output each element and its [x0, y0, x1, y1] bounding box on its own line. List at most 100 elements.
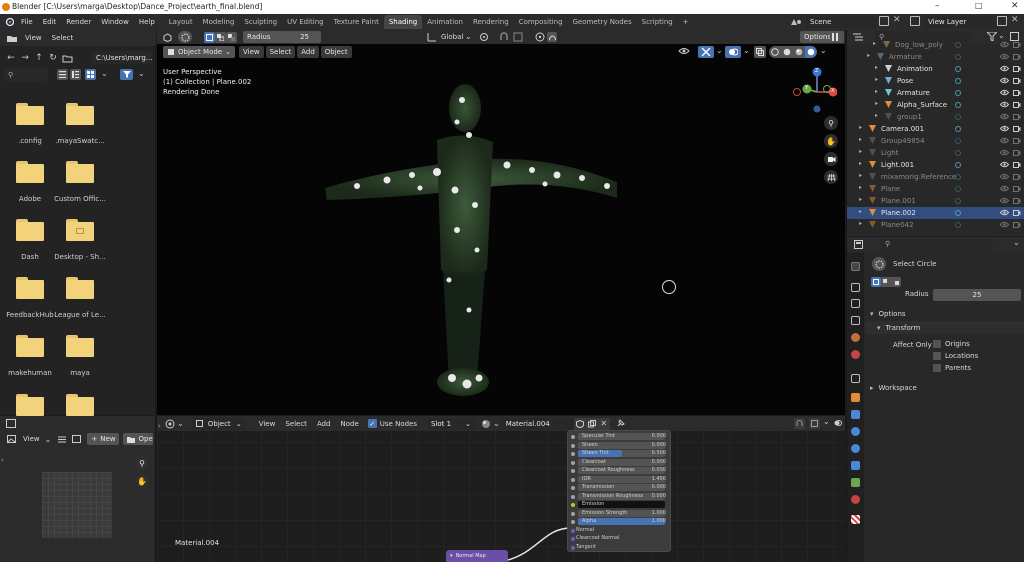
tool-tab-icon[interactable]	[851, 262, 860, 271]
bsdf-input-row[interactable]: Emission	[571, 501, 665, 508]
input-socket[interactable]	[571, 494, 575, 499]
material-tab-icon[interactable]	[851, 495, 860, 504]
orientation-value[interactable]: Global	[441, 33, 463, 41]
outliner-row[interactable]: ▸ mixamorig:Reference	[847, 171, 1024, 183]
render-camera-icon[interactable]	[1013, 125, 1021, 132]
render-camera-icon[interactable]	[1013, 65, 1021, 72]
material-ball-icon[interactable]	[479, 419, 493, 429]
list-horizontal-icon[interactable]	[70, 69, 81, 80]
bsdf-input-row[interactable]: Clearcoat Normal	[571, 535, 664, 542]
blender-menu-icon[interactable]	[2, 15, 16, 29]
modifier-tab-icon[interactable]	[851, 410, 860, 419]
prop-mode-set-icon[interactable]	[871, 277, 881, 287]
bsdf-input-row[interactable]: Emission Strength 1.000	[571, 509, 666, 517]
collection-tab-icon[interactable]	[851, 374, 860, 383]
perspective-grid-icon[interactable]	[824, 170, 838, 184]
editor-type-cube-icon[interactable]	[160, 32, 174, 42]
pan-hand-icon[interactable]: ✋	[824, 134, 838, 148]
expand-arrow-icon[interactable]: ▸	[875, 112, 878, 119]
bsdf-input-row[interactable]: Specular Tint 0.000	[571, 433, 666, 440]
expand-arrow-icon[interactable]: ▸	[859, 148, 862, 155]
bsdf-input-row[interactable]: Clearcoat 0.000	[571, 458, 666, 466]
view-chevron-icon[interactable]: ⌄	[45, 435, 52, 444]
bsdf-input-row[interactable]: Sheen Tint 0.500	[571, 450, 666, 457]
image-pan-hand-icon[interactable]: ✋	[135, 474, 149, 488]
tab-scripting[interactable]: Scripting	[637, 15, 678, 29]
tab-modeling[interactable]: Modeling	[198, 15, 240, 29]
render-camera-icon[interactable]	[1013, 89, 1021, 96]
forward-arrow-icon[interactable]: →	[18, 53, 32, 63]
properties-editor-icon[interactable]	[851, 239, 865, 249]
file-browser-menu-view[interactable]: View	[20, 34, 47, 42]
outliner-row[interactable]: ▸ Plane042	[847, 219, 1024, 231]
new-folder-icon[interactable]	[60, 54, 74, 63]
bsdf-input-row[interactable]: Clearcoat Roughness 0.030	[571, 467, 666, 474]
outliner-row[interactable]: ▸ Plane.002	[847, 207, 1024, 219]
data-icon[interactable]	[955, 90, 961, 96]
file-search-field[interactable]: ⚲	[4, 68, 48, 81]
expand-arrow-icon[interactable]: ▸	[859, 208, 862, 215]
principled-bsdf-node[interactable]: Specular Tint 0.000 Sheen 0.000 Sheen Tint 0.…	[567, 430, 671, 552]
expand-arrow-icon[interactable]: ▸	[859, 220, 862, 227]
visibility-eye-icon[interactable]	[1000, 101, 1009, 108]
shader-type-dropdown[interactable]: Object ⌄	[191, 417, 246, 430]
add-workspace-button[interactable]: +	[678, 15, 694, 29]
bsdf-input-row[interactable]: Transmission 0.000	[571, 484, 666, 491]
viewport-menu-object[interactable]: Object	[320, 46, 352, 58]
render-tab-icon[interactable]	[851, 283, 860, 292]
expand-arrow-icon[interactable]: ▸	[859, 160, 862, 167]
outliner-row[interactable]: ▸ Plane.001	[847, 195, 1024, 207]
locations-checkbox[interactable]: Locations	[933, 352, 978, 360]
proportional-edit-icon[interactable]	[535, 32, 545, 42]
options-section-header[interactable]: ▾ Options	[865, 307, 1024, 320]
back-arrow-icon[interactable]: ←	[4, 53, 18, 63]
expand-arrow-icon[interactable]: ▸	[859, 136, 862, 143]
origins-checkbox[interactable]: Origins	[933, 340, 970, 348]
scene-field[interactable]: Scene	[806, 16, 876, 28]
outliner-row[interactable]: ▸ Camera.001	[847, 123, 1024, 135]
tab-layout[interactable]: Layout	[164, 15, 198, 29]
sidebar-expand-icon[interactable]: ›	[1, 456, 4, 464]
snap-target-icon[interactable]	[513, 32, 523, 42]
prop-mode-subtract-icon[interactable]	[891, 277, 901, 287]
overlay-toggle-icon[interactable]	[725, 46, 741, 58]
mode-subtract-icon[interactable]	[226, 31, 237, 43]
outliner-row[interactable]: ▸ Armature	[847, 87, 1024, 99]
tab-texture-paint[interactable]: Texture Paint	[329, 15, 384, 29]
transform-section-header[interactable]: ▾ Transform	[865, 321, 1024, 334]
object-mode-dropdown[interactable]: Object Mode ⌄	[163, 46, 235, 58]
input-socket[interactable]	[571, 452, 575, 456]
particles-tab-icon[interactable]	[851, 427, 860, 436]
normal-map-node[interactable]: ▾ Normal Map	[446, 550, 508, 562]
visibility-eye-icon[interactable]	[1000, 221, 1009, 228]
visibility-eye-icon[interactable]	[1000, 125, 1009, 132]
overlay-chevron-icon[interactable]: ⌄	[743, 46, 750, 55]
material-browse-chevron-icon[interactable]: ⌄	[493, 419, 500, 428]
tab-sculpting[interactable]: Sculpting	[239, 15, 282, 29]
visibility-eye-icon[interactable]	[1000, 41, 1009, 48]
tab-shading[interactable]: Shading	[383, 15, 423, 29]
visibility-eye-icon[interactable]	[1000, 185, 1009, 192]
snap-chevron-icon[interactable]: ⌄	[823, 417, 830, 426]
data-icon[interactable]	[955, 210, 961, 216]
maximize-button[interactable]: □	[975, 1, 983, 10]
snap-node-target-icon[interactable]	[809, 418, 820, 429]
outliner-row[interactable]: ▸ Plane	[847, 183, 1024, 195]
new-view-layer-icon[interactable]	[997, 16, 1007, 26]
snap-node-icon[interactable]	[794, 418, 805, 429]
tab-rendering[interactable]: Rendering	[468, 15, 514, 29]
tab-animation[interactable]: Animation	[422, 15, 468, 29]
render-camera-icon[interactable]	[1013, 113, 1021, 120]
proportional-falloff-icon[interactable]	[547, 32, 557, 42]
render-camera-icon[interactable]	[1013, 41, 1021, 48]
visibility-eye-icon[interactable]	[1000, 137, 1009, 144]
expand-arrow-icon[interactable]: ▸	[859, 196, 862, 203]
delete-scene-icon[interactable]: ✕	[893, 15, 901, 25]
visibility-eye-icon[interactable]	[678, 46, 690, 56]
input-socket[interactable]	[571, 486, 575, 490]
parent-directory-icon[interactable]: ↑	[32, 53, 46, 63]
display-size-chevron-icon[interactable]: ⌄	[101, 69, 108, 78]
mode-extend-icon[interactable]	[215, 31, 226, 43]
node-menu-node[interactable]: Node	[336, 420, 364, 428]
visibility-eye-icon[interactable]	[1000, 173, 1009, 180]
